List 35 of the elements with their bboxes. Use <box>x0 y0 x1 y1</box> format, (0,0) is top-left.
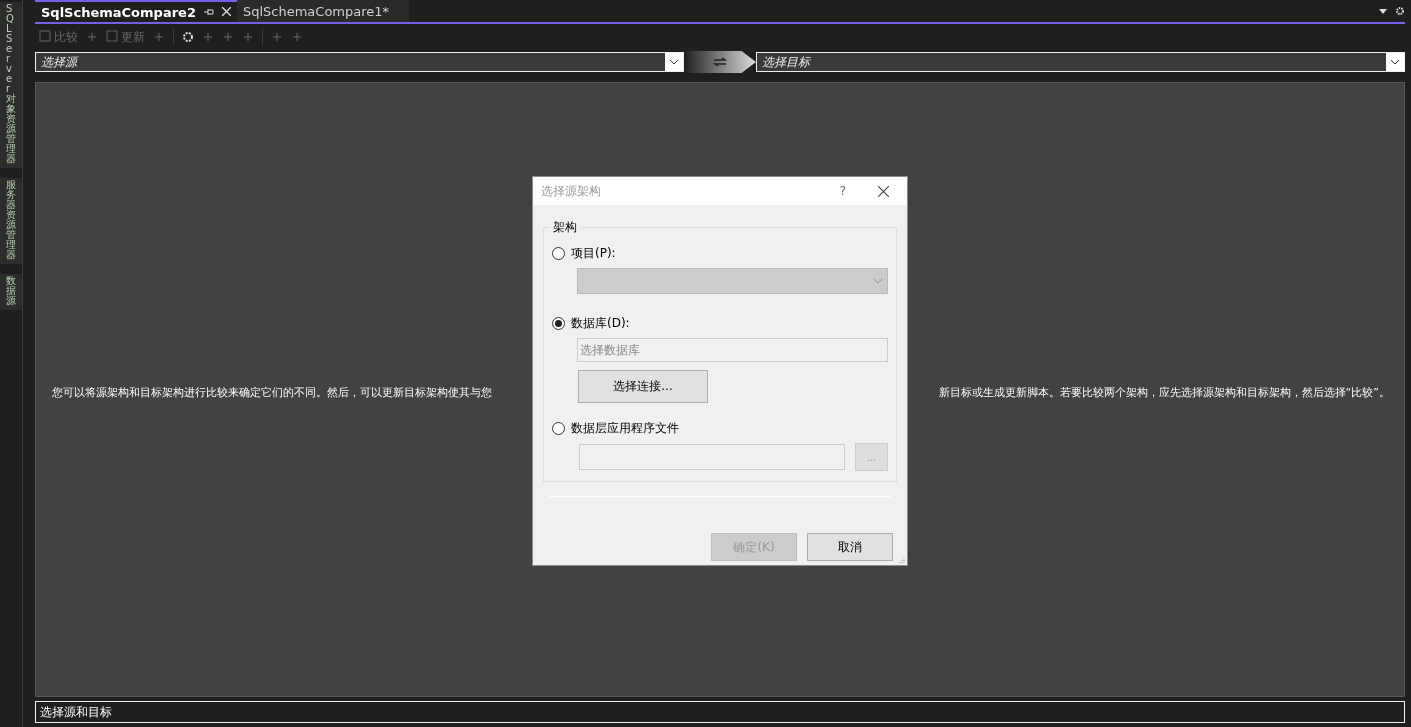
option-label[interactable]: 数据层应用程序文件 <box>571 419 679 437</box>
message-text: 您可以将源架构和目标架构进行比较来确定它们的不同。然后，可以更新目标架构使其与您 <box>52 385 492 400</box>
side-tab[interactable]: 数据源 <box>0 274 22 310</box>
option-label[interactable]: 项目(P): <box>571 244 616 262</box>
source-dropdown[interactable]: 选择源 <box>35 52 684 72</box>
radio-button[interactable] <box>552 421 565 435</box>
document-tab[interactable]: SqlSchemaCompare1* <box>236 0 409 22</box>
document-icon <box>106 29 118 45</box>
target-dropdown[interactable]: 选择目标 <box>756 52 1405 72</box>
swap-arrows-icon <box>713 57 727 67</box>
option-label[interactable]: 数据库(D): <box>571 314 630 332</box>
chevron-down-icon <box>873 278 883 284</box>
radio-button[interactable] <box>552 246 565 260</box>
dropdown-icon[interactable] <box>1379 8 1387 14</box>
swap-button[interactable] <box>684 51 756 73</box>
close-icon[interactable] <box>221 5 231 19</box>
document-tab[interactable]: SqlSchemaCompare2 <box>35 0 237 22</box>
radio-button[interactable] <box>552 316 565 330</box>
chevron-down-icon[interactable] <box>1390 59 1400 65</box>
status-text: 选择源和目标 <box>40 703 112 721</box>
dialog-button[interactable]: 取消 <box>807 533 893 561</box>
database-field[interactable]: 选择数据库 <box>577 338 888 362</box>
file-field[interactable] <box>579 444 845 470</box>
message-text: 新目标或生成更新脚本。若要比较两个架构，应先选择源架构和目标架构，然后选择“比较”。 <box>938 385 1390 400</box>
side-tab[interactable]: 服务器资源管理器 <box>0 178 22 264</box>
resize-grip-icon[interactable] <box>899 557 905 563</box>
group-label: 架构 <box>550 219 580 236</box>
close-icon[interactable] <box>878 185 889 197</box>
document-icon <box>39 29 51 45</box>
connect-button[interactable]: 选择连接... <box>578 370 708 403</box>
help-button[interactable]: ? <box>839 184 846 198</box>
settings-icon[interactable] <box>1395 6 1405 16</box>
chevron-down-icon[interactable] <box>669 59 679 65</box>
side-tab[interactable]: SQL Server 对象资源管理器 <box>0 2 22 168</box>
dialog-title: 选择源架构 <box>541 182 601 200</box>
